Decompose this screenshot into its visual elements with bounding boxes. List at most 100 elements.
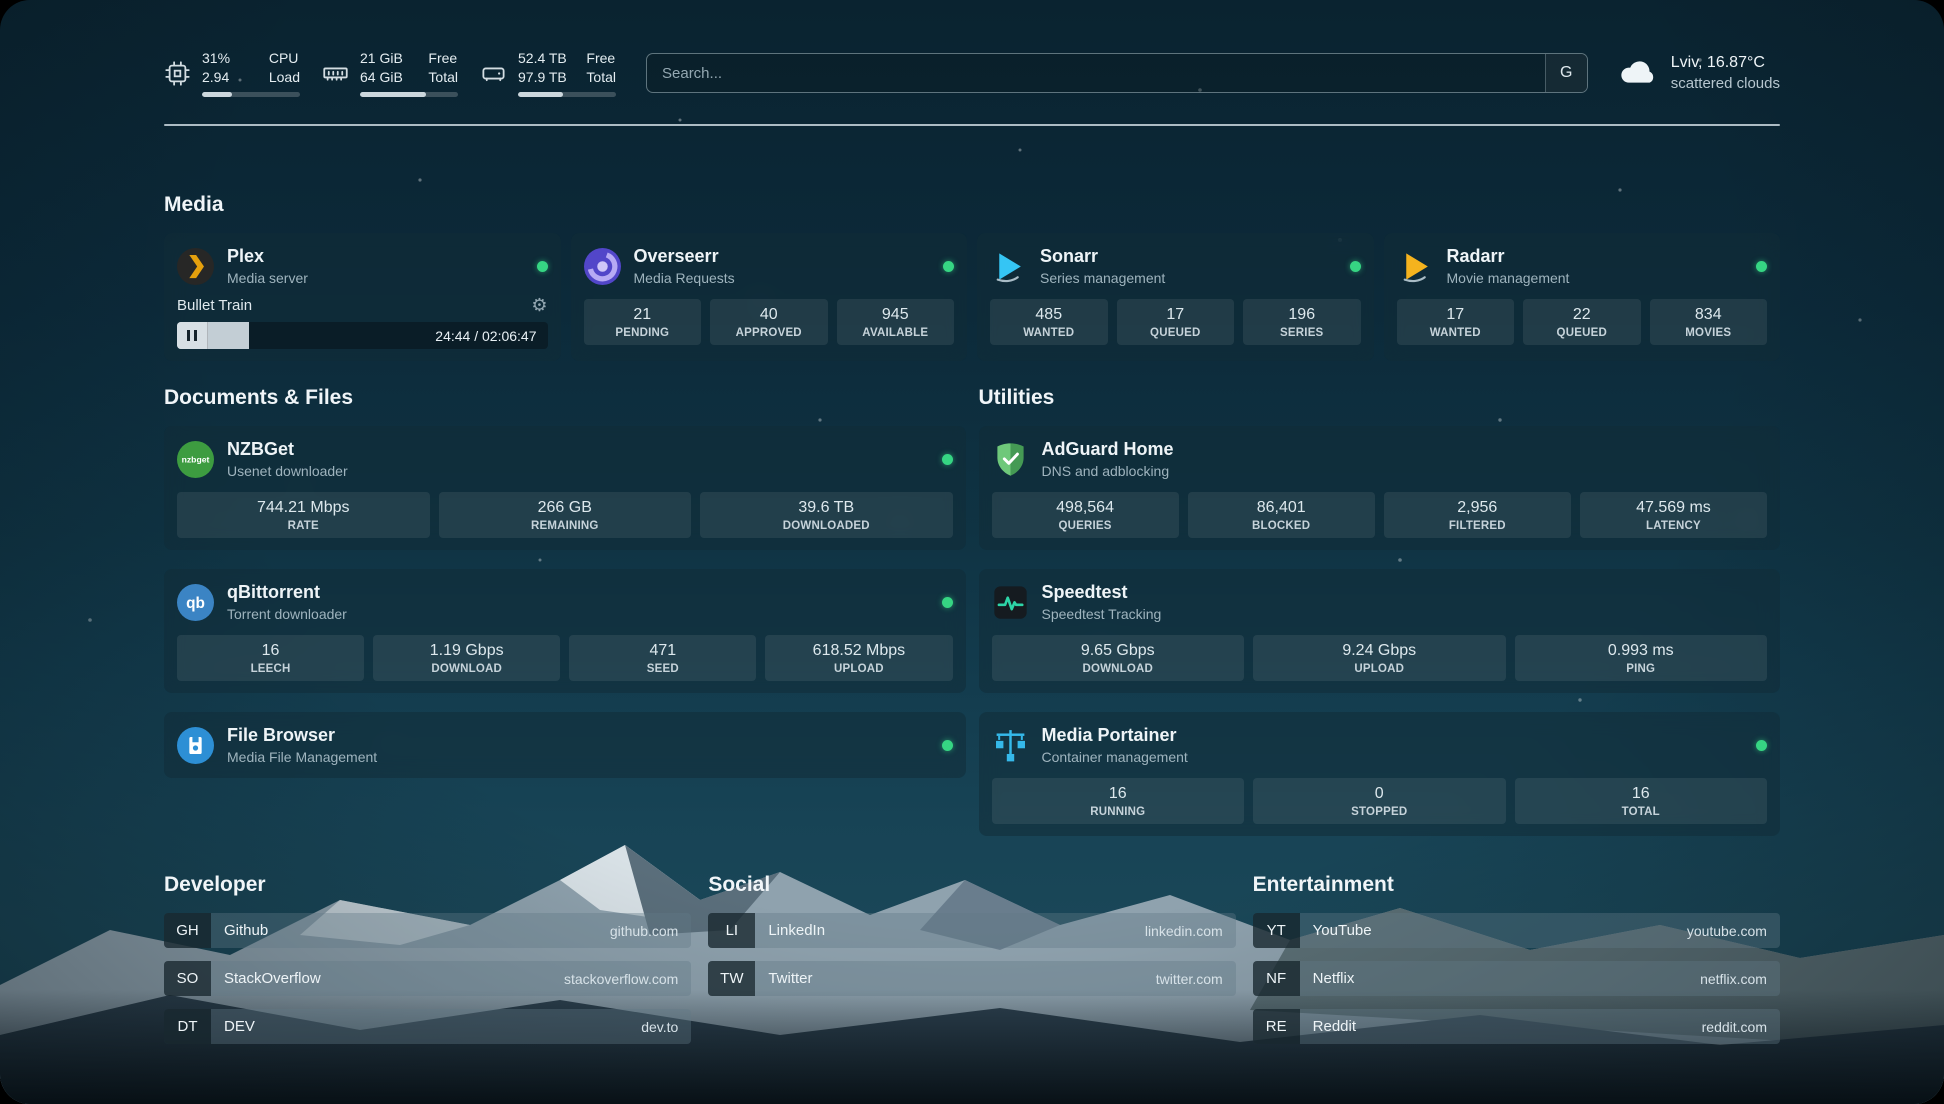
dashboard-screen: 31% 2.94 CPU Load bbox=[0, 0, 1944, 1104]
ram-total-label: Total bbox=[428, 68, 458, 86]
portainer-stat-running: 16 RUNNING bbox=[992, 778, 1245, 824]
qbittorrent-title: qBittorrent bbox=[227, 582, 929, 603]
overseerr-stat-pending: 21 PENDING bbox=[584, 299, 702, 345]
pause-icon[interactable] bbox=[177, 322, 208, 349]
bookmark-netflix[interactable]: NF Netflix netflix.com bbox=[1253, 961, 1780, 996]
speedtest-stat-ping: 0.993 ms PING bbox=[1515, 635, 1768, 681]
svg-text:qb: qb bbox=[186, 595, 205, 612]
disk-icon bbox=[480, 60, 507, 87]
qbittorrent-stat-leech: 16 LEECH bbox=[177, 635, 364, 681]
nzbget-status-dot bbox=[942, 454, 953, 465]
section-documents: Documents & Files nzbget bbox=[164, 385, 966, 836]
gear-icon[interactable]: ⚙ bbox=[531, 296, 547, 314]
speedtest-stat-download: 9.65 Gbps DOWNLOAD bbox=[992, 635, 1245, 681]
plex-title: Plex bbox=[227, 246, 524, 267]
bookmark-dev[interactable]: DT DEV dev.to bbox=[164, 1009, 691, 1044]
qbittorrent-stat-download: 1.19 Gbps DOWNLOAD bbox=[373, 635, 560, 681]
overseerr-title: Overseerr bbox=[634, 246, 931, 267]
section-media: Media Plex Media server bbox=[164, 192, 1780, 361]
playback-progress-bar[interactable]: 24:44 / 02:06:47 bbox=[177, 322, 548, 349]
plex-card[interactable]: Plex Media server Bullet Train ⚙ 24:44 /… bbox=[164, 233, 561, 361]
ram-usage-bar bbox=[360, 92, 458, 97]
speedtest-stat-upload: 9.24 Gbps UPLOAD bbox=[1253, 635, 1506, 681]
portainer-subtitle: Container management bbox=[1042, 749, 1744, 765]
portainer-card[interactable]: Media Portainer Container management 16 … bbox=[979, 712, 1781, 836]
radarr-icon bbox=[1397, 248, 1434, 285]
search-engine-button[interactable]: G bbox=[1545, 54, 1587, 92]
filebrowser-subtitle: Media File Management bbox=[227, 749, 929, 765]
bookmark-stackoverflow[interactable]: SO StackOverflow stackoverflow.com bbox=[164, 961, 691, 996]
disk-widget: 52.4 TB 97.9 TB Free Total bbox=[480, 49, 616, 97]
nzbget-card[interactable]: nzbget NZBGet Usenet downloader 74 bbox=[164, 426, 966, 550]
nzbget-stat-remaining: 266 GB REMAINING bbox=[439, 492, 692, 538]
overseerr-subtitle: Media Requests bbox=[634, 270, 931, 286]
search-bar[interactable]: G bbox=[646, 53, 1588, 93]
nzbget-title: NZBGet bbox=[227, 439, 929, 460]
qbittorrent-stat-seed: 471 SEED bbox=[569, 635, 756, 681]
ram-free-value: 21 GiB bbox=[360, 49, 403, 67]
sonarr-stat-queued: 17 QUEUED bbox=[1117, 299, 1235, 345]
speedtest-title: Speedtest bbox=[1042, 582, 1768, 603]
speedtest-subtitle: Speedtest Tracking bbox=[1042, 606, 1768, 622]
reddit-abbr: RE bbox=[1253, 1009, 1300, 1044]
bookmark-linkedin[interactable]: LI LinkedIn linkedin.com bbox=[708, 913, 1235, 948]
developer-section-title: Developer bbox=[164, 872, 691, 898]
filebrowser-status-dot bbox=[942, 740, 953, 751]
plex-subtitle: Media server bbox=[227, 270, 524, 286]
plex-icon bbox=[177, 248, 214, 285]
github-abbr: GH bbox=[164, 913, 211, 948]
cpu-load-label: Load bbox=[269, 68, 300, 86]
bookmark-twitter[interactable]: TW Twitter twitter.com bbox=[708, 961, 1235, 996]
filebrowser-title: File Browser bbox=[227, 725, 929, 746]
adguard-card[interactable]: AdGuard Home DNS and adblocking 498,564 … bbox=[979, 426, 1781, 550]
social-section-title: Social bbox=[708, 872, 1235, 898]
linkedin-abbr: LI bbox=[708, 913, 755, 948]
portainer-icon bbox=[992, 727, 1029, 764]
sonarr-card[interactable]: Sonarr Series management 485 WANTED 17 Q… bbox=[977, 233, 1374, 361]
bookmark-github[interactable]: GH Github github.com bbox=[164, 913, 691, 948]
entertainment-section-title: Entertainment bbox=[1253, 872, 1780, 898]
adguard-icon bbox=[992, 441, 1029, 478]
qbittorrent-card[interactable]: qb qBittorrent Torrent downloader bbox=[164, 569, 966, 693]
overseerr-stat-approved: 40 APPROVED bbox=[710, 299, 828, 345]
topbar-divider bbox=[164, 124, 1780, 126]
weather-widget: Lviv, 16.87°C scattered clouds bbox=[1618, 54, 1780, 92]
sonarr-title: Sonarr bbox=[1040, 246, 1337, 267]
sonarr-icon bbox=[990, 248, 1027, 285]
weather-condition: scattered clouds bbox=[1671, 75, 1780, 92]
portainer-title: Media Portainer bbox=[1042, 725, 1744, 746]
cpu-usage-value: 31% bbox=[202, 49, 230, 67]
section-entertainment: Entertainment YT YouTube youtube.com NF … bbox=[1253, 872, 1780, 1057]
filebrowser-card[interactable]: File Browser Media File Management bbox=[164, 712, 966, 778]
ram-widget: 21 GiB 64 GiB Free Total bbox=[322, 49, 458, 97]
disk-usage-bar bbox=[518, 92, 616, 97]
bookmark-youtube[interactable]: YT YouTube youtube.com bbox=[1253, 913, 1780, 948]
adguard-stat-latency: 47.569 ms LATENCY bbox=[1580, 492, 1767, 538]
playback-time: 24:44 / 02:06:47 bbox=[435, 328, 536, 344]
adguard-stat-filtered: 2,956 FILTERED bbox=[1384, 492, 1571, 538]
disk-free-value: 52.4 TB bbox=[518, 49, 567, 67]
youtube-abbr: YT bbox=[1253, 913, 1300, 948]
filebrowser-icon bbox=[177, 727, 214, 764]
speedtest-card[interactable]: Speedtest Speedtest Tracking 9.65 Gbps D… bbox=[979, 569, 1781, 693]
overseerr-card[interactable]: Overseerr Media Requests 21 PENDING 40 A… bbox=[571, 233, 968, 361]
nzbget-subtitle: Usenet downloader bbox=[227, 463, 929, 479]
now-playing-title: Bullet Train bbox=[177, 297, 252, 314]
ram-free-label: Free bbox=[428, 49, 458, 67]
svg-text:nzbget: nzbget bbox=[182, 454, 210, 464]
radarr-card[interactable]: Radarr Movie management 17 WANTED 22 QUE… bbox=[1384, 233, 1781, 361]
portainer-status-dot bbox=[1756, 740, 1767, 751]
bookmark-reddit[interactable]: RE Reddit reddit.com bbox=[1253, 1009, 1780, 1044]
plex-status-dot bbox=[537, 261, 548, 272]
overseerr-status-dot bbox=[943, 261, 954, 272]
search-input[interactable] bbox=[647, 54, 1545, 92]
radarr-stat-queued: 22 QUEUED bbox=[1523, 299, 1641, 345]
stackoverflow-abbr: SO bbox=[164, 961, 211, 996]
qbittorrent-icon: qb bbox=[177, 584, 214, 621]
radarr-status-dot bbox=[1756, 261, 1767, 272]
qbittorrent-stat-upload: 618.52 Mbps UPLOAD bbox=[765, 635, 952, 681]
disk-free-label: Free bbox=[586, 49, 616, 67]
nzbget-icon: nzbget bbox=[177, 441, 214, 478]
radarr-subtitle: Movie management bbox=[1447, 270, 1744, 286]
cloud-icon bbox=[1618, 56, 1658, 91]
